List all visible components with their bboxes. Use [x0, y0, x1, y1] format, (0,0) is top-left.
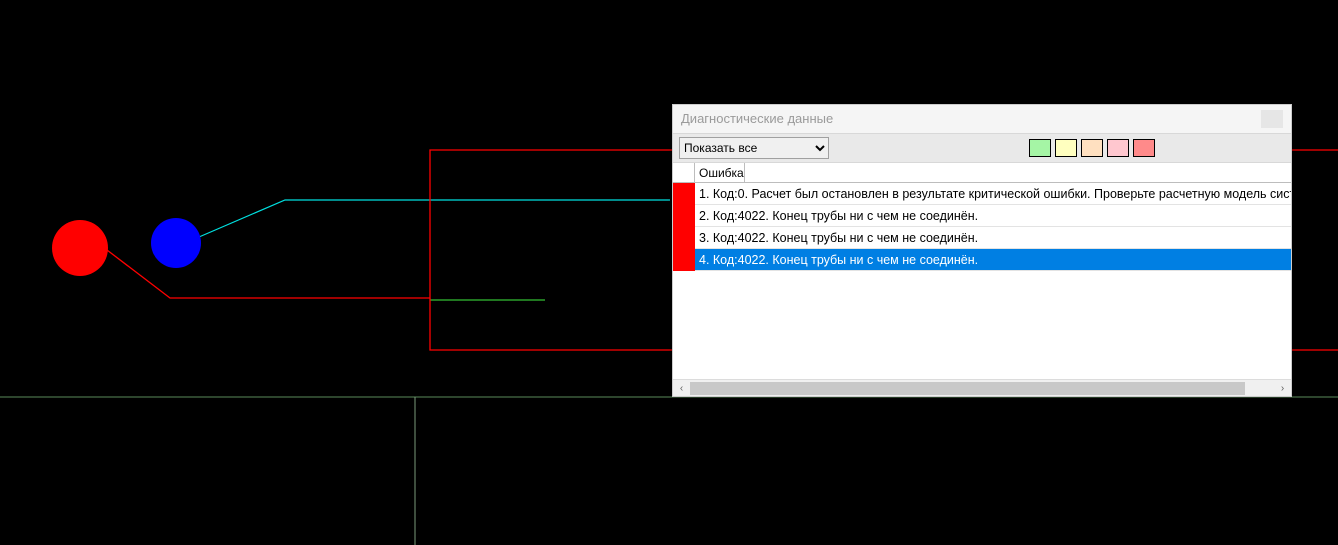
filter-select[interactable]: Показать все [679, 137, 829, 159]
severity-flag-icon [673, 249, 695, 271]
diagnostics-row[interactable]: 3. Код:4022. Конец трубы ни с чем не сое… [673, 227, 1291, 249]
scroll-track[interactable] [690, 380, 1274, 396]
diagnostics-panel: Диагностические данные Показать все Ошиб… [672, 104, 1292, 397]
diagnostics-row[interactable]: 1. Код:0. Расчет был остановлен в резуль… [673, 183, 1291, 205]
severity-flag-icon [673, 227, 695, 249]
diagnostics-header: Ошибка [673, 163, 1291, 183]
diagnostics-row[interactable]: 2. Код:4022. Конец трубы ни с чем не сое… [673, 205, 1291, 227]
legend-swatch-4[interactable] [1107, 139, 1129, 157]
column-header-error[interactable]: Ошибка [695, 163, 745, 182]
diagnostics-row[interactable]: 4. Код:4022. Конец трубы ни с чем не сое… [673, 249, 1291, 271]
scroll-right-button[interactable]: › [1274, 380, 1291, 396]
legend-swatch-3[interactable] [1081, 139, 1103, 157]
legend-swatch-5[interactable] [1133, 139, 1155, 157]
diagnostics-list: 1. Код:0. Расчет был остановлен в резуль… [673, 183, 1291, 379]
diagnostics-message: 3. Код:4022. Конец трубы ни с чем не сое… [695, 227, 1291, 248]
column-header-flag[interactable] [673, 163, 695, 182]
severity-legend [1029, 139, 1155, 157]
diagnostics-message: 1. Код:0. Расчет был остановлен в резуль… [695, 183, 1291, 204]
scroll-left-button[interactable]: ‹ [673, 380, 690, 396]
close-button[interactable] [1261, 110, 1283, 128]
scroll-thumb[interactable] [690, 382, 1245, 395]
severity-flag-icon [673, 205, 695, 227]
horizontal-scrollbar[interactable]: ‹ › [673, 379, 1291, 396]
diagnostics-message: 4. Код:4022. Конец трубы ни с чем не сое… [695, 249, 1291, 270]
diagnostics-empty-area [673, 271, 1291, 379]
diagnostics-title: Диагностические данные [681, 105, 833, 133]
legend-swatch-1[interactable] [1029, 139, 1051, 157]
node-blue[interactable] [151, 218, 201, 268]
diagnostics-titlebar[interactable]: Диагностические данные [673, 105, 1291, 133]
diagnostics-toolbar: Показать все [673, 133, 1291, 163]
diagnostics-message: 2. Код:4022. Конец трубы ни с чем не сое… [695, 205, 1291, 226]
legend-swatch-2[interactable] [1055, 139, 1077, 157]
severity-flag-icon [673, 183, 695, 205]
node-red[interactable] [52, 220, 108, 276]
